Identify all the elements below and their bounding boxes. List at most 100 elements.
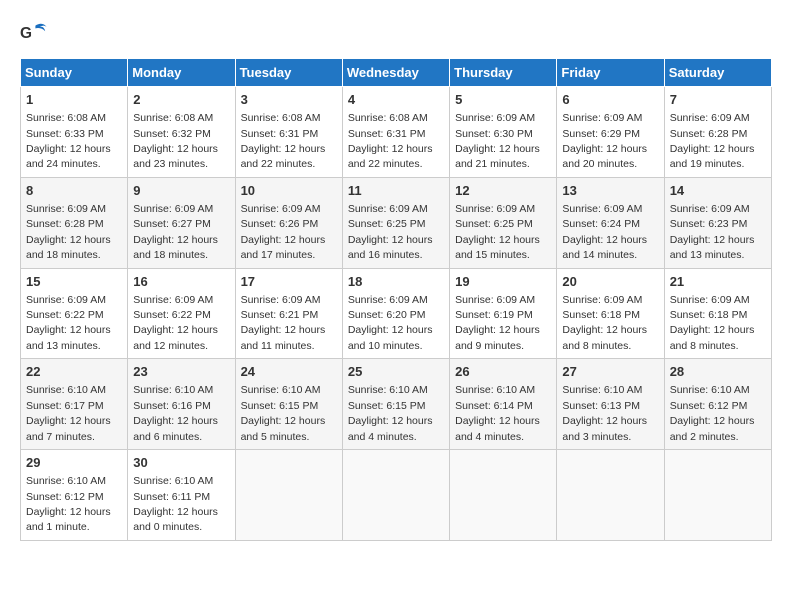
calendar-week-1: 1 Sunrise: 6:08 AMSunset: 6:33 PMDayligh… xyxy=(21,87,772,178)
day-number: 7 xyxy=(670,91,766,109)
calendar-cell: 2 Sunrise: 6:08 AMSunset: 6:32 PMDayligh… xyxy=(128,87,235,178)
calendar-cell: 7 Sunrise: 6:09 AMSunset: 6:28 PMDayligh… xyxy=(664,87,771,178)
calendar-cell: 14 Sunrise: 6:09 AMSunset: 6:23 PMDaylig… xyxy=(664,177,771,268)
day-number: 13 xyxy=(562,182,658,200)
day-number: 10 xyxy=(241,182,337,200)
day-number: 25 xyxy=(348,363,444,381)
calendar-cell: 8 Sunrise: 6:09 AMSunset: 6:28 PMDayligh… xyxy=(21,177,128,268)
calendar-cell: 16 Sunrise: 6:09 AMSunset: 6:22 PMDaylig… xyxy=(128,268,235,359)
day-info: Sunrise: 6:09 AMSunset: 6:28 PMDaylight:… xyxy=(26,203,111,261)
day-info: Sunrise: 6:10 AMSunset: 6:15 PMDaylight:… xyxy=(348,384,433,442)
day-info: Sunrise: 6:08 AMSunset: 6:32 PMDaylight:… xyxy=(133,112,218,170)
calendar-cell: 17 Sunrise: 6:09 AMSunset: 6:21 PMDaylig… xyxy=(235,268,342,359)
calendar-cell: 22 Sunrise: 6:10 AMSunset: 6:17 PMDaylig… xyxy=(21,359,128,450)
day-number: 17 xyxy=(241,273,337,291)
calendar-cell: 1 Sunrise: 6:08 AMSunset: 6:33 PMDayligh… xyxy=(21,87,128,178)
day-number: 2 xyxy=(133,91,229,109)
calendar-cell: 29 Sunrise: 6:10 AMSunset: 6:12 PMDaylig… xyxy=(21,450,128,541)
logo: G xyxy=(20,20,50,48)
calendar-cell: 3 Sunrise: 6:08 AMSunset: 6:31 PMDayligh… xyxy=(235,87,342,178)
page-header: G xyxy=(20,20,772,48)
day-number: 14 xyxy=(670,182,766,200)
day-number: 19 xyxy=(455,273,551,291)
day-info: Sunrise: 6:09 AMSunset: 6:18 PMDaylight:… xyxy=(670,294,755,352)
calendar-week-4: 22 Sunrise: 6:10 AMSunset: 6:17 PMDaylig… xyxy=(21,359,772,450)
day-info: Sunrise: 6:10 AMSunset: 6:13 PMDaylight:… xyxy=(562,384,647,442)
calendar-cell: 11 Sunrise: 6:09 AMSunset: 6:25 PMDaylig… xyxy=(342,177,449,268)
calendar-cell: 10 Sunrise: 6:09 AMSunset: 6:26 PMDaylig… xyxy=(235,177,342,268)
day-info: Sunrise: 6:09 AMSunset: 6:30 PMDaylight:… xyxy=(455,112,540,170)
day-number: 3 xyxy=(241,91,337,109)
day-number: 16 xyxy=(133,273,229,291)
day-info: Sunrise: 6:10 AMSunset: 6:15 PMDaylight:… xyxy=(241,384,326,442)
calendar-cell: 23 Sunrise: 6:10 AMSunset: 6:16 PMDaylig… xyxy=(128,359,235,450)
day-number: 1 xyxy=(26,91,122,109)
day-info: Sunrise: 6:09 AMSunset: 6:26 PMDaylight:… xyxy=(241,203,326,261)
day-info: Sunrise: 6:10 AMSunset: 6:12 PMDaylight:… xyxy=(670,384,755,442)
calendar-cell: 15 Sunrise: 6:09 AMSunset: 6:22 PMDaylig… xyxy=(21,268,128,359)
day-number: 12 xyxy=(455,182,551,200)
day-info: Sunrise: 6:09 AMSunset: 6:25 PMDaylight:… xyxy=(455,203,540,261)
calendar-table: SundayMondayTuesdayWednesdayThursdayFrid… xyxy=(20,58,772,541)
calendar-cell xyxy=(235,450,342,541)
day-number: 22 xyxy=(26,363,122,381)
column-header-tuesday: Tuesday xyxy=(235,59,342,87)
calendar-cell: 27 Sunrise: 6:10 AMSunset: 6:13 PMDaylig… xyxy=(557,359,664,450)
day-number: 11 xyxy=(348,182,444,200)
column-header-thursday: Thursday xyxy=(450,59,557,87)
day-number: 20 xyxy=(562,273,658,291)
day-number: 24 xyxy=(241,363,337,381)
day-number: 23 xyxy=(133,363,229,381)
calendar-cell: 18 Sunrise: 6:09 AMSunset: 6:20 PMDaylig… xyxy=(342,268,449,359)
calendar-cell: 4 Sunrise: 6:08 AMSunset: 6:31 PMDayligh… xyxy=(342,87,449,178)
calendar-cell: 28 Sunrise: 6:10 AMSunset: 6:12 PMDaylig… xyxy=(664,359,771,450)
calendar-cell xyxy=(557,450,664,541)
calendar-cell: 30 Sunrise: 6:10 AMSunset: 6:11 PMDaylig… xyxy=(128,450,235,541)
calendar-cell: 9 Sunrise: 6:09 AMSunset: 6:27 PMDayligh… xyxy=(128,177,235,268)
day-number: 28 xyxy=(670,363,766,381)
day-info: Sunrise: 6:10 AMSunset: 6:17 PMDaylight:… xyxy=(26,384,111,442)
day-info: Sunrise: 6:09 AMSunset: 6:20 PMDaylight:… xyxy=(348,294,433,352)
calendar-cell: 13 Sunrise: 6:09 AMSunset: 6:24 PMDaylig… xyxy=(557,177,664,268)
day-info: Sunrise: 6:09 AMSunset: 6:29 PMDaylight:… xyxy=(562,112,647,170)
day-number: 4 xyxy=(348,91,444,109)
calendar-cell: 5 Sunrise: 6:09 AMSunset: 6:30 PMDayligh… xyxy=(450,87,557,178)
day-info: Sunrise: 6:10 AMSunset: 6:12 PMDaylight:… xyxy=(26,475,111,533)
calendar-cell: 19 Sunrise: 6:09 AMSunset: 6:19 PMDaylig… xyxy=(450,268,557,359)
day-info: Sunrise: 6:09 AMSunset: 6:22 PMDaylight:… xyxy=(26,294,111,352)
day-number: 8 xyxy=(26,182,122,200)
calendar-week-5: 29 Sunrise: 6:10 AMSunset: 6:12 PMDaylig… xyxy=(21,450,772,541)
calendar-cell: 12 Sunrise: 6:09 AMSunset: 6:25 PMDaylig… xyxy=(450,177,557,268)
day-number: 26 xyxy=(455,363,551,381)
svg-text:G: G xyxy=(20,25,32,42)
day-info: Sunrise: 6:09 AMSunset: 6:19 PMDaylight:… xyxy=(455,294,540,352)
calendar-header-row: SundayMondayTuesdayWednesdayThursdayFrid… xyxy=(21,59,772,87)
day-number: 30 xyxy=(133,454,229,472)
day-info: Sunrise: 6:09 AMSunset: 6:18 PMDaylight:… xyxy=(562,294,647,352)
day-info: Sunrise: 6:09 AMSunset: 6:27 PMDaylight:… xyxy=(133,203,218,261)
day-info: Sunrise: 6:09 AMSunset: 6:21 PMDaylight:… xyxy=(241,294,326,352)
calendar-cell: 6 Sunrise: 6:09 AMSunset: 6:29 PMDayligh… xyxy=(557,87,664,178)
day-info: Sunrise: 6:08 AMSunset: 6:33 PMDaylight:… xyxy=(26,112,111,170)
day-number: 9 xyxy=(133,182,229,200)
column-header-monday: Monday xyxy=(128,59,235,87)
column-header-sunday: Sunday xyxy=(21,59,128,87)
day-info: Sunrise: 6:09 AMSunset: 6:25 PMDaylight:… xyxy=(348,203,433,261)
column-header-saturday: Saturday xyxy=(664,59,771,87)
calendar-cell: 26 Sunrise: 6:10 AMSunset: 6:14 PMDaylig… xyxy=(450,359,557,450)
day-info: Sunrise: 6:09 AMSunset: 6:23 PMDaylight:… xyxy=(670,203,755,261)
day-info: Sunrise: 6:08 AMSunset: 6:31 PMDaylight:… xyxy=(348,112,433,170)
day-number: 6 xyxy=(562,91,658,109)
day-info: Sunrise: 6:09 AMSunset: 6:22 PMDaylight:… xyxy=(133,294,218,352)
day-info: Sunrise: 6:09 AMSunset: 6:28 PMDaylight:… xyxy=(670,112,755,170)
day-info: Sunrise: 6:10 AMSunset: 6:16 PMDaylight:… xyxy=(133,384,218,442)
calendar-week-2: 8 Sunrise: 6:09 AMSunset: 6:28 PMDayligh… xyxy=(21,177,772,268)
day-number: 15 xyxy=(26,273,122,291)
calendar-cell xyxy=(450,450,557,541)
day-number: 21 xyxy=(670,273,766,291)
day-number: 29 xyxy=(26,454,122,472)
logo-icon: G xyxy=(20,20,48,48)
calendar-cell: 21 Sunrise: 6:09 AMSunset: 6:18 PMDaylig… xyxy=(664,268,771,359)
day-info: Sunrise: 6:10 AMSunset: 6:14 PMDaylight:… xyxy=(455,384,540,442)
calendar-week-3: 15 Sunrise: 6:09 AMSunset: 6:22 PMDaylig… xyxy=(21,268,772,359)
